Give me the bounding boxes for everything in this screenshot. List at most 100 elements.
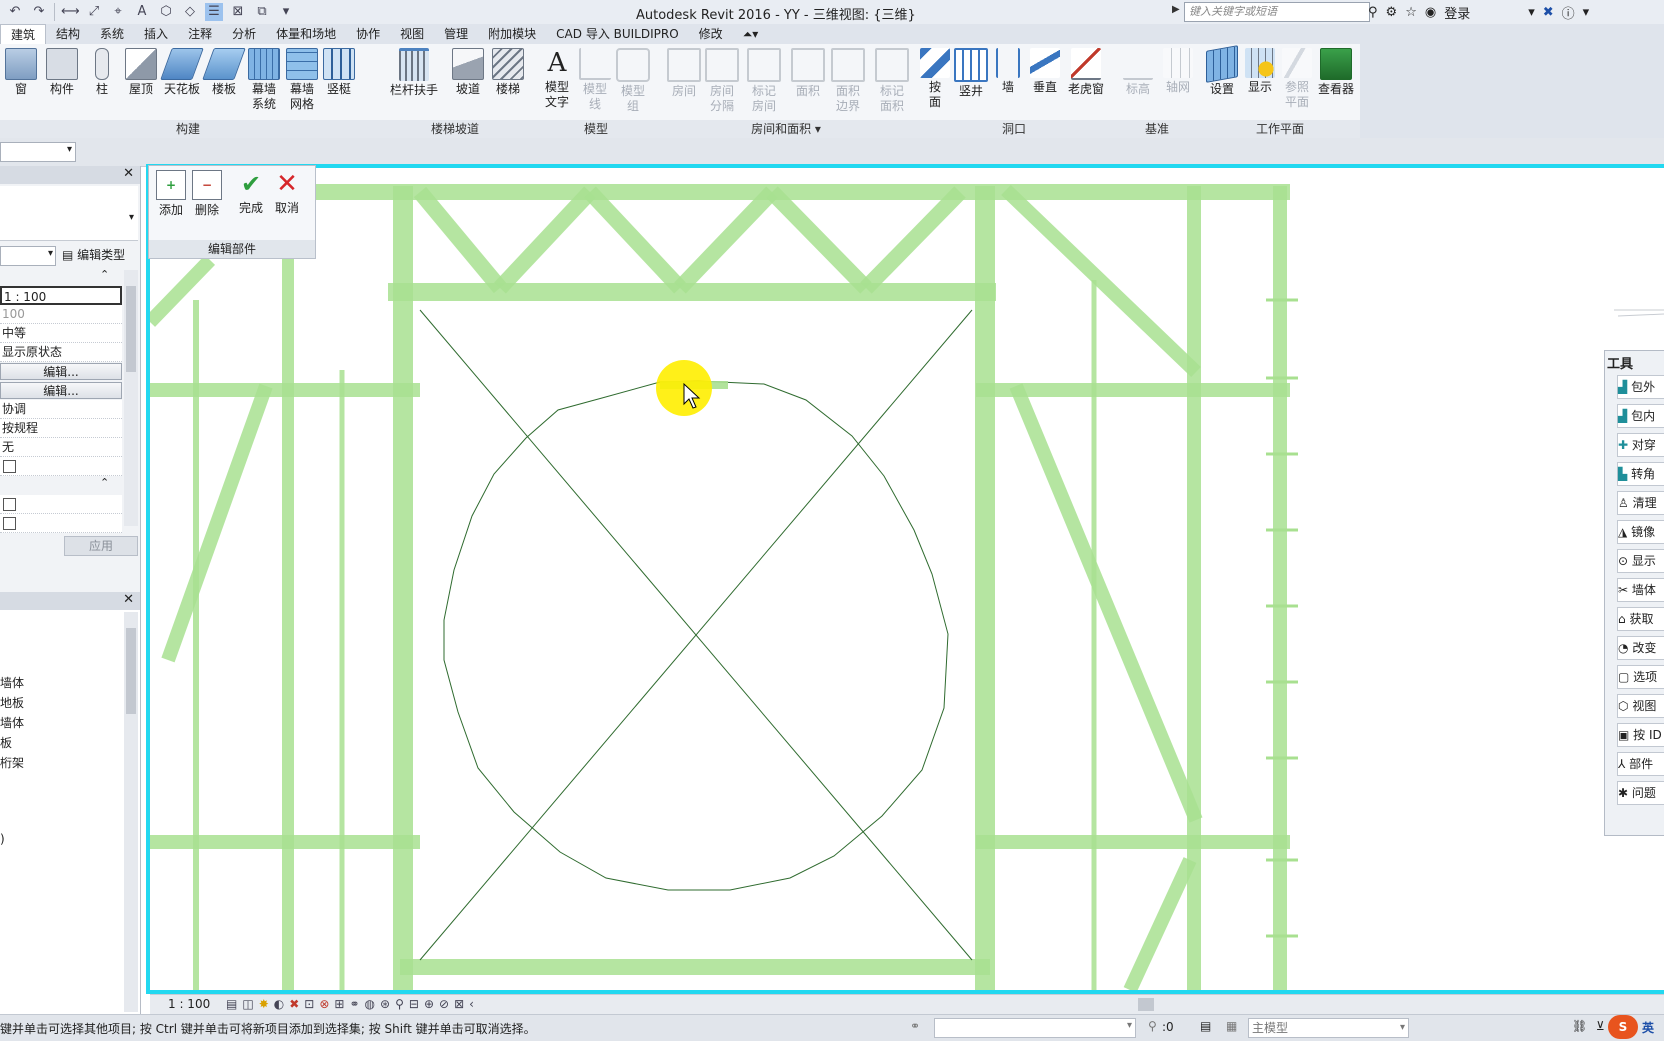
property-view-scale[interactable]: 1 : 100 — [0, 286, 122, 305]
design-options-icon[interactable]: ▤ — [1200, 1019, 1211, 1033]
add-part-button[interactable]: + 添加 — [153, 170, 189, 218]
tab-architecture[interactable]: 建筑 — [0, 23, 47, 45]
model-text-button[interactable]: A 模型 文字 — [540, 48, 574, 110]
tab-view[interactable]: 视图 — [390, 24, 434, 44]
sun-path-icon[interactable]: ✸ — [259, 997, 269, 1011]
dormer-button[interactable]: 老虎窗 — [1064, 48, 1108, 97]
tree-item[interactable]: 板 — [0, 734, 12, 751]
visual-style-icon[interactable]: ◫ — [242, 997, 253, 1011]
area-boundary-button[interactable]: 面积 边界 — [828, 48, 868, 114]
tool-item[interactable]: ♙ 清理 — [1617, 491, 1664, 515]
ime-logo-icon[interactable]: S — [1608, 1015, 1638, 1039]
view-canvas[interactable] — [147, 166, 1664, 992]
view-scale[interactable]: 1 : 100 — [168, 997, 210, 1011]
worksets-icon[interactable]: ⚭ — [910, 1019, 920, 1033]
tool-item[interactable]: ◮ 镜像 — [1617, 520, 1664, 544]
tool-item[interactable]: ▙ 转角 — [1617, 462, 1664, 486]
property-default-analysis[interactable]: 无 — [0, 438, 122, 457]
tool-item[interactable]: ⬡ 视图 — [1617, 694, 1664, 718]
favorites-star-icon[interactable]: ☆ — [1405, 5, 1417, 20]
help-icon[interactable]: ⓘ — [1562, 3, 1575, 22]
property-show-hidden-lines[interactable]: 按规程 — [0, 419, 122, 438]
ime-language[interactable]: 英 — [1642, 1019, 1654, 1036]
stair-button[interactable]: 楼梯 — [490, 48, 526, 97]
tool-item[interactable]: ✚ 对穿 — [1617, 433, 1664, 457]
ribbon-minimize-icon[interactable]: ⏶▾ — [733, 24, 769, 44]
remove-part-button[interactable]: − 删除 — [189, 170, 225, 218]
analytical-icon[interactable]: ⚲ — [395, 997, 404, 1011]
curtain-grid-button[interactable]: 幕墙 网格 — [284, 48, 320, 112]
tree-item[interactable]: 墙体 — [0, 674, 24, 691]
section-collapse-icon[interactable]: ⌃ — [100, 476, 109, 489]
checkbox[interactable] — [3, 460, 16, 473]
switch-windows-icon[interactable]: ⧉ — [253, 3, 271, 21]
checkbox[interactable] — [3, 498, 16, 511]
shadows-icon[interactable]: ◐ — [274, 997, 284, 1011]
tool-item[interactable]: ◔ 改变 — [1617, 636, 1664, 660]
tag-room-button[interactable]: 标记 房间 — [744, 48, 784, 114]
tab-analyze[interactable]: 分析 — [222, 24, 266, 44]
close-icon[interactable]: ✕ — [123, 166, 134, 181]
measure-icon[interactable]: ⟷ — [61, 3, 80, 21]
close-hidden-icon[interactable]: ⊠ — [229, 3, 247, 21]
search-input[interactable]: 键入关键字或短语 — [1184, 2, 1370, 22]
visibility-edit-button[interactable]: 编辑... — [0, 363, 122, 380]
view-properties-icon[interactable]: ⊠ — [454, 997, 464, 1011]
tab-modify[interactable]: 修改 — [689, 24, 733, 44]
cancel-button[interactable]: ✕ 取消 — [269, 170, 305, 216]
tab-annotate[interactable]: 注释 — [178, 24, 222, 44]
show-workplane-button[interactable]: 显示 — [1242, 48, 1278, 95]
crop-view-icon[interactable]: ⊡ — [304, 997, 314, 1011]
tool-item[interactable]: ▣ 按 ID — [1617, 723, 1664, 747]
tab-systems[interactable]: 系统 — [90, 24, 134, 44]
horizontal-scrollbar-thumb[interactable] — [1138, 998, 1154, 1011]
tree-item[interactable]: 墙体 — [0, 714, 24, 731]
redo-icon[interactable]: ↷ — [30, 3, 48, 21]
3d-view-icon[interactable]: ⬡ — [157, 3, 175, 21]
tab-massing-site[interactable]: 体量和场地 — [266, 24, 346, 44]
tab-cad-import[interactable]: CAD 导入 BUILDIPRO — [546, 24, 689, 44]
room-button[interactable]: 房间 — [666, 48, 702, 99]
exchange-icon[interactable]: ✖ — [1543, 5, 1554, 20]
tool-item[interactable]: ▢ 选项 — [1617, 665, 1664, 689]
checkbox[interactable] — [3, 517, 16, 530]
type-selector[interactable]: ▾ — [0, 142, 76, 162]
customize-qat-icon[interactable]: ▾ — [277, 3, 295, 21]
filter-selection-icon[interactable]: ⊻ — [1596, 1019, 1605, 1033]
tool-item[interactable]: ✂ 墙体 — [1617, 578, 1664, 602]
tab-manage[interactable]: 管理 — [434, 24, 478, 44]
close-icon[interactable]: ✕ — [123, 592, 134, 607]
type-preview[interactable]: ▾ — [0, 186, 138, 241]
edit-type-button[interactable]: ▤ 编辑类型 — [62, 246, 138, 264]
tag-area-button[interactable]: 标记 面积 — [872, 48, 912, 114]
tool-item[interactable]: ⅄ 部件 — [1617, 752, 1664, 776]
select-links-icon[interactable]: ⛓ — [1572, 1019, 1587, 1033]
room-separator-button[interactable]: 房间 分隔 — [704, 48, 740, 114]
worksharing-icon[interactable]: ⊘ — [439, 997, 449, 1011]
chevron-down-icon[interactable]: ▾ — [1528, 5, 1535, 20]
section-icon[interactable]: ◇ — [181, 3, 199, 21]
thin-lines-icon[interactable]: ☰ — [205, 3, 223, 21]
tree-item[interactable]: ) — [0, 832, 5, 846]
panel-expand-icon[interactable]: ▾ — [811, 122, 821, 136]
temp-properties-icon[interactable]: ⊛ — [380, 997, 390, 1011]
ref-plane-button[interactable]: 参照 平面 — [1280, 48, 1314, 110]
tab-structure[interactable]: 结构 — [46, 24, 90, 44]
filter-icon[interactable]: ⚲ — [1148, 1019, 1157, 1033]
tag-icon[interactable]: ⌖ — [109, 3, 127, 21]
undo-icon[interactable]: ↶ — [6, 3, 24, 21]
property-detail-level[interactable]: 中等 — [0, 324, 122, 343]
user-icon[interactable]: ◉ — [1425, 5, 1436, 20]
tool-item[interactable]: ✱ 问题 — [1617, 781, 1664, 805]
property-parts-visibility[interactable]: 显示原状态 — [0, 343, 122, 362]
tool-item[interactable]: ▟ 包内 — [1617, 404, 1664, 428]
grid-button[interactable]: 轴网 — [1160, 48, 1196, 95]
instance-filter-select[interactable]: ▾ — [0, 246, 56, 266]
login-button[interactable]: 登录 — [1444, 3, 1470, 22]
ceiling-button[interactable]: 天花板 — [160, 48, 204, 97]
section-collapse-icon[interactable]: ⌃ — [100, 268, 109, 281]
temp-hide-icon[interactable]: ⚭ — [349, 997, 359, 1011]
floor-button[interactable]: 楼板 — [202, 48, 246, 97]
subscription-icon[interactable]: ⚙ — [1386, 5, 1398, 20]
ramp-button[interactable]: 坡道 — [450, 48, 486, 97]
